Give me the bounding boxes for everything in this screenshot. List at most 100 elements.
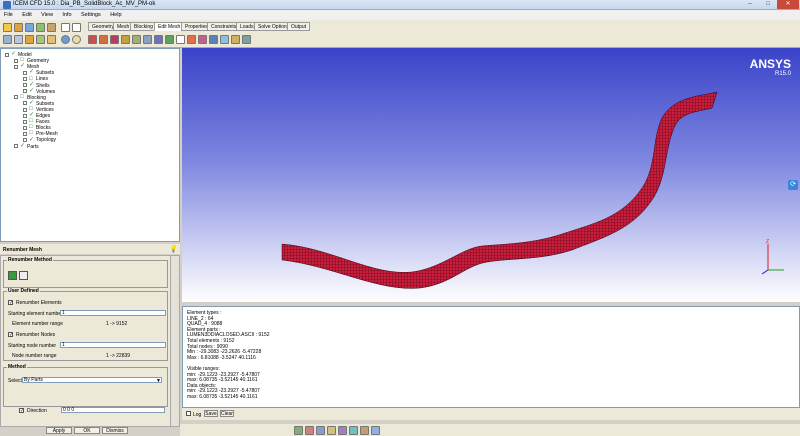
bottom-tool-7-icon[interactable] bbox=[360, 426, 369, 435]
split-mesh-icon[interactable] bbox=[143, 35, 152, 44]
undo-icon[interactable] bbox=[61, 23, 70, 32]
expand-icon[interactable] bbox=[14, 64, 18, 69]
visibility-checkbox[interactable]: ✓ bbox=[29, 82, 34, 88]
log-checkbox[interactable] bbox=[186, 411, 191, 416]
refresh-icon[interactable] bbox=[61, 35, 70, 44]
direction-input[interactable]: 0 0 0 bbox=[61, 407, 165, 413]
visibility-checkbox[interactable]: ✓ bbox=[20, 143, 25, 149]
dismiss-button[interactable]: Dismiss bbox=[102, 427, 128, 434]
visibility-checkbox[interactable]: ✓ bbox=[29, 69, 34, 75]
adjust-icon[interactable] bbox=[187, 35, 196, 44]
bottom-tool-5-icon[interactable] bbox=[338, 426, 347, 435]
link-icon[interactable]: ⟳ bbox=[788, 180, 798, 190]
mesh-tools-icon[interactable] bbox=[242, 35, 251, 44]
renumber-user-icon[interactable] bbox=[8, 271, 17, 280]
menu-view[interactable]: View bbox=[37, 10, 57, 20]
tree-item[interactable]: □ Lines bbox=[23, 76, 48, 82]
tab-output[interactable]: Output bbox=[287, 22, 311, 31]
apply-button[interactable]: Apply bbox=[46, 427, 72, 434]
menu-edit[interactable]: Edit bbox=[18, 10, 35, 20]
visibility-checkbox[interactable]: ✓ bbox=[11, 51, 16, 57]
expand-icon[interactable] bbox=[23, 89, 27, 94]
bottom-tool-2-icon[interactable] bbox=[305, 426, 314, 435]
transform-icon[interactable] bbox=[165, 35, 174, 44]
open-folder-icon[interactable] bbox=[3, 23, 12, 32]
expand-icon[interactable] bbox=[23, 119, 27, 124]
expand-icon[interactable] bbox=[23, 131, 27, 136]
select-dropdown[interactable]: By Parts bbox=[22, 377, 162, 383]
expand-icon[interactable] bbox=[5, 52, 9, 57]
visibility-checkbox[interactable]: □ bbox=[20, 94, 25, 100]
menu-settings[interactable]: Settings bbox=[77, 10, 105, 20]
repair-icon[interactable] bbox=[121, 35, 130, 44]
geometry-load-icon[interactable] bbox=[36, 23, 45, 32]
tab-edit-mesh[interactable]: Edit Mesh bbox=[154, 22, 185, 31]
quality-icon[interactable] bbox=[99, 35, 108, 44]
check-mesh-icon[interactable] bbox=[88, 35, 97, 44]
move-nodes-icon[interactable] bbox=[154, 35, 163, 44]
renumber-elements-checkbox[interactable]: ✓ bbox=[8, 300, 13, 306]
expand-icon[interactable] bbox=[23, 77, 27, 82]
help-bulb-icon[interactable]: 💡 bbox=[169, 245, 178, 253]
renumber-nodes-checkbox[interactable]: ✓ bbox=[8, 332, 13, 338]
edit-distributed-icon[interactable] bbox=[231, 35, 240, 44]
visibility-checkbox[interactable]: ✓ bbox=[29, 137, 34, 143]
tree-item[interactable]: ✓ Topology bbox=[23, 137, 56, 143]
expand-icon[interactable] bbox=[23, 113, 27, 118]
panel-scrollbar[interactable] bbox=[170, 256, 179, 426]
expand-icon[interactable] bbox=[23, 125, 27, 130]
visibility-checkbox[interactable]: □ bbox=[29, 130, 34, 136]
open-project-icon[interactable] bbox=[14, 23, 23, 32]
bottom-tool-4-icon[interactable] bbox=[327, 426, 336, 435]
menu-help[interactable]: Help bbox=[106, 10, 125, 20]
menu-file[interactable]: File bbox=[0, 10, 17, 20]
tree-item[interactable]: ✓ Volumes bbox=[23, 88, 55, 95]
zoom-box-icon[interactable] bbox=[14, 35, 23, 44]
expand-icon[interactable] bbox=[23, 83, 27, 88]
graphics-viewport[interactable]: ANSYS R15.0 Z ⟳ bbox=[182, 48, 800, 302]
blocking-load-icon[interactable] bbox=[47, 23, 56, 32]
direction-checkbox[interactable]: ✓ bbox=[19, 408, 24, 414]
save-icon[interactable] bbox=[25, 23, 34, 32]
redo-icon[interactable] bbox=[72, 23, 81, 32]
expand-icon[interactable] bbox=[14, 95, 18, 100]
renumber-optimize-icon[interactable] bbox=[19, 271, 28, 280]
expand-icon[interactable] bbox=[23, 101, 27, 106]
delete-elements-icon[interactable] bbox=[220, 35, 229, 44]
close-button[interactable]: ✕ bbox=[777, 0, 799, 9]
smooth-icon[interactable] bbox=[110, 35, 119, 44]
bottom-tool-3-icon[interactable] bbox=[316, 426, 325, 435]
bottom-tool-6-icon[interactable] bbox=[349, 426, 358, 435]
visibility-checkbox[interactable]: ✓ bbox=[29, 88, 34, 94]
start-node-input[interactable]: 1 bbox=[60, 342, 166, 348]
maximize-button[interactable]: □ bbox=[760, 0, 776, 9]
visibility-checkbox[interactable]: □ bbox=[29, 76, 34, 82]
measure-icon[interactable] bbox=[25, 35, 34, 44]
convert-icon[interactable] bbox=[176, 35, 185, 44]
start-element-input[interactable]: 1 bbox=[60, 310, 166, 316]
tree-item[interactable]: ✓ Parts bbox=[14, 143, 39, 150]
visibility-checkbox[interactable]: ✓ bbox=[20, 63, 25, 69]
menu-info[interactable]: Info bbox=[58, 10, 75, 20]
merge-nodes-icon[interactable] bbox=[132, 35, 141, 44]
expand-icon[interactable] bbox=[14, 58, 18, 63]
solid-icon[interactable] bbox=[47, 35, 56, 44]
save-log-button[interactable]: Save bbox=[204, 410, 218, 417]
delete-nodes-icon[interactable] bbox=[209, 35, 218, 44]
dropdown-arrow-icon[interactable]: ▼ bbox=[156, 378, 161, 384]
tree-item[interactable]: □ Vertices bbox=[23, 106, 54, 113]
expand-icon[interactable] bbox=[23, 107, 27, 112]
clear-log-button[interactable]: Clear bbox=[220, 410, 234, 417]
ok-button[interactable]: OK bbox=[74, 427, 100, 434]
expand-icon[interactable] bbox=[23, 70, 27, 75]
bottom-tool-8-icon[interactable] bbox=[371, 426, 380, 435]
settings-icon[interactable] bbox=[72, 35, 81, 44]
tab-blocking[interactable]: Blocking bbox=[130, 22, 157, 31]
expand-icon[interactable] bbox=[23, 138, 27, 143]
expand-icon[interactable] bbox=[14, 144, 18, 149]
tree-item[interactable]: ✓ Shells bbox=[23, 82, 50, 89]
minimize-button[interactable]: – bbox=[742, 0, 758, 9]
fit-window-icon[interactable] bbox=[3, 35, 12, 44]
renumber-icon[interactable] bbox=[198, 35, 207, 44]
wireframe-icon[interactable] bbox=[36, 35, 45, 44]
